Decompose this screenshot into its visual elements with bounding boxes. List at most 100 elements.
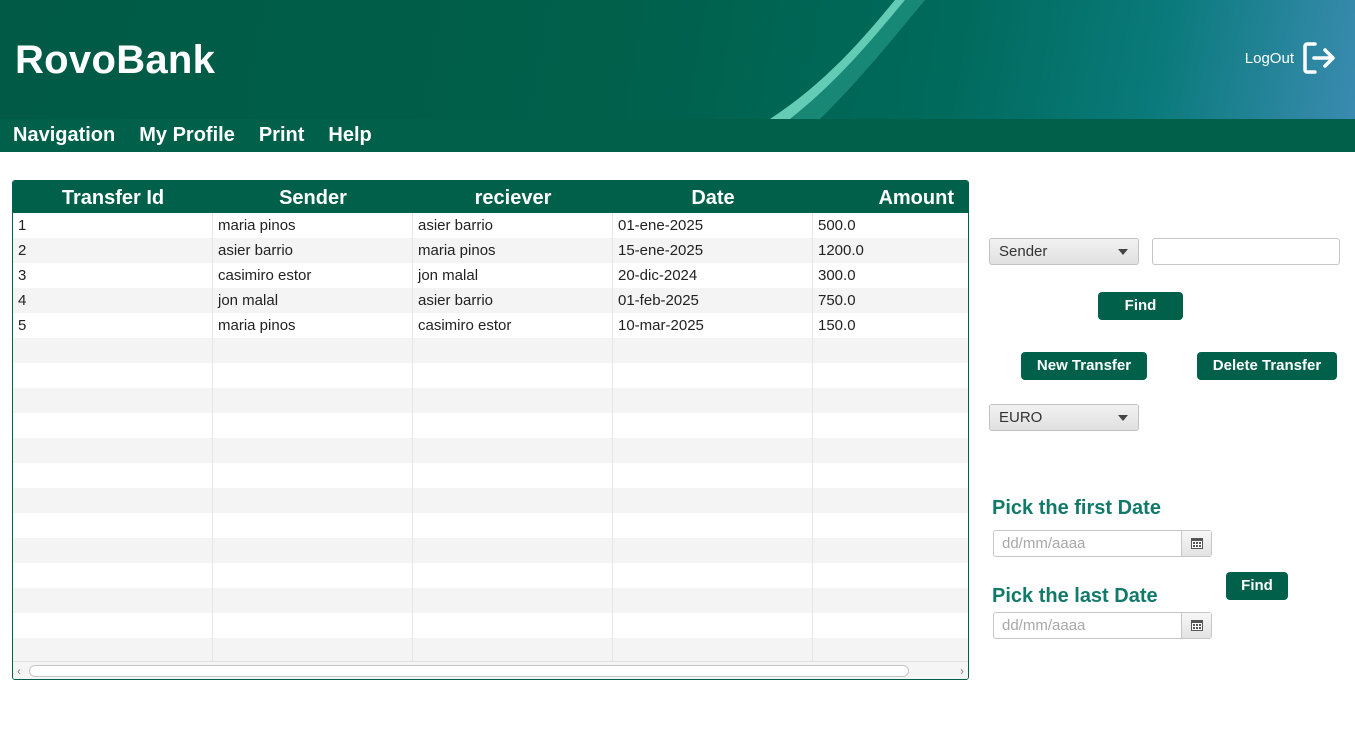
table-cell — [213, 488, 413, 513]
table-cell — [813, 588, 968, 613]
table-cell — [413, 338, 613, 363]
chevron-down-icon — [1118, 415, 1128, 421]
table-cell: 1200.0 — [818, 242, 864, 259]
table-cell: 10-mar-2025 — [613, 313, 813, 338]
table-cell — [813, 488, 968, 513]
table-cell: maria pinos — [213, 313, 413, 338]
menu-bar: Navigation My Profile Print Help — [0, 119, 1355, 152]
transfers-table[interactable]: Transfer Id Sender reciever Date Amount … — [12, 180, 969, 680]
table-cell — [613, 538, 813, 563]
table-cell — [13, 363, 213, 388]
calendar-icon[interactable] — [1181, 531, 1211, 556]
table-cell — [213, 338, 413, 363]
table-row[interactable] — [13, 613, 968, 638]
table-cell: casimiro estor — [413, 313, 613, 338]
scrollbar-thumb[interactable] — [29, 665, 909, 677]
table-cell — [413, 438, 613, 463]
new-transfer-button[interactable]: New Transfer — [1021, 352, 1147, 380]
menu-item-help[interactable]: Help — [328, 124, 371, 147]
column-header-transfer-id[interactable]: Transfer Id — [13, 181, 213, 213]
table-row[interactable] — [13, 638, 968, 663]
table-cell — [813, 388, 968, 413]
scroll-right-icon[interactable]: › — [960, 664, 964, 678]
table-cell — [213, 438, 413, 463]
table-row[interactable] — [13, 438, 968, 463]
table-cell — [613, 488, 813, 513]
table-cell — [813, 413, 968, 438]
table-row[interactable] — [13, 338, 968, 363]
table-row[interactable] — [13, 488, 968, 513]
table-cell — [413, 588, 613, 613]
logout-icon — [1303, 42, 1335, 74]
app-header: RovoBank LogOut — [0, 0, 1355, 119]
table-cell — [213, 413, 413, 438]
find-button[interactable]: Find — [1098, 292, 1183, 320]
column-header-reciever[interactable]: reciever — [413, 181, 613, 213]
table-row[interactable] — [13, 388, 968, 413]
table-cell — [213, 513, 413, 538]
scroll-left-icon[interactable]: ‹ — [17, 664, 21, 678]
table-row[interactable] — [13, 413, 968, 438]
table-cell: jon malal — [213, 288, 413, 313]
table-cell — [813, 363, 968, 388]
table-cell — [13, 588, 213, 613]
table-row[interactable]: 2 asier barrio maria pinos 15-ene-2025 1200.… — [13, 238, 968, 263]
menu-item-navigation[interactable]: Navigation — [13, 124, 115, 147]
currency-select[interactable]: EURO — [989, 404, 1139, 431]
table-cell — [213, 563, 413, 588]
table-row[interactable]: 4 jon malal asier barrio 01-feb-2025 750.0 — [13, 288, 968, 313]
table-cell — [613, 438, 813, 463]
table-row[interactable]: 3 casimiro estor jon malal 20-dic-2024 300.0 — [13, 263, 968, 288]
table-cell: asier barrio — [213, 238, 413, 263]
table-row[interactable] — [13, 363, 968, 388]
table-cell — [413, 613, 613, 638]
table-cell — [213, 388, 413, 413]
table-row[interactable] — [13, 538, 968, 563]
table-cell — [13, 613, 213, 638]
last-date-picker[interactable] — [993, 612, 1212, 639]
table-row[interactable] — [13, 513, 968, 538]
table-cell — [813, 563, 968, 588]
delete-transfer-button[interactable]: Delete Transfer — [1197, 352, 1337, 380]
table-cell — [413, 413, 613, 438]
table-cell: asier barrio — [413, 288, 613, 313]
first-date-input[interactable] — [994, 531, 1182, 556]
table-cell — [813, 613, 968, 638]
table-cell — [13, 488, 213, 513]
table-body: 1 maria pinos asier barrio 01-ene-2025 500.0… — [13, 213, 968, 663]
filter-field-select[interactable]: Sender — [989, 238, 1139, 265]
currency-value: EURO — [999, 409, 1043, 426]
logout-button[interactable]: LogOut — [1245, 40, 1337, 76]
table-row[interactable] — [13, 588, 968, 613]
table-cell — [213, 363, 413, 388]
menu-item-my-profile[interactable]: My Profile — [139, 124, 235, 147]
date-find-button[interactable]: Find — [1226, 572, 1288, 600]
table-cell: 2 — [13, 238, 213, 263]
first-date-picker[interactable] — [993, 530, 1212, 557]
horizontal-scrollbar[interactable]: ‹ › — [13, 661, 968, 679]
search-input[interactable] — [1152, 238, 1340, 265]
column-header-sender[interactable]: Sender — [213, 181, 413, 213]
table-cell: 750.0 — [818, 292, 856, 309]
calendar-icon[interactable] — [1181, 613, 1211, 638]
table-cell: 4 — [13, 288, 213, 313]
table-cell — [413, 538, 613, 563]
table-row[interactable] — [13, 463, 968, 488]
table-row[interactable]: 1 maria pinos asier barrio 01-ene-2025 500.0 — [13, 213, 968, 238]
table-cell — [413, 563, 613, 588]
table-row[interactable] — [13, 563, 968, 588]
column-header-amount[interactable]: Amount — [813, 181, 968, 213]
table-cell — [413, 638, 613, 663]
menu-item-print[interactable]: Print — [259, 124, 305, 147]
table-cell — [213, 613, 413, 638]
table-cell — [413, 463, 613, 488]
column-header-date[interactable]: Date — [613, 181, 813, 213]
table-cell — [13, 413, 213, 438]
last-date-label: Pick the last Date — [992, 585, 1158, 607]
table-cell — [613, 513, 813, 538]
table-row[interactable]: 5 maria pinos casimiro estor 10-mar-2025 150… — [13, 313, 968, 338]
table-cell — [13, 638, 213, 663]
table-cell — [413, 363, 613, 388]
table-cell — [613, 563, 813, 588]
last-date-input[interactable] — [994, 613, 1182, 638]
